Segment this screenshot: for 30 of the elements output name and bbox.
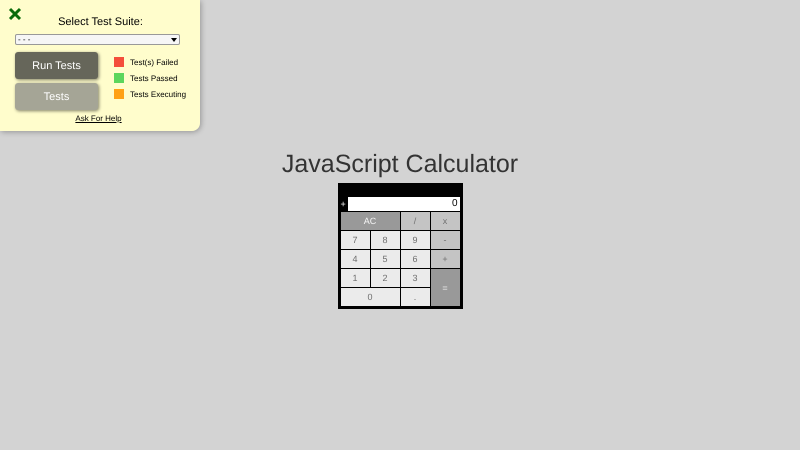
calculator-key[interactable]: + [430,250,460,268]
calculator-key[interactable]: 5 [370,250,400,268]
close-icon[interactable] [8,7,22,21]
calculator-key[interactable]: / [400,212,430,230]
legend-label: Tests Passed [130,74,178,82]
calculator-key[interactable]: = [430,269,460,306]
tests-button[interactable]: Tests [15,83,98,110]
calculator-key[interactable]: 0 [340,288,400,306]
calculator-key[interactable]: 2 [370,269,400,287]
help-link[interactable]: Ask For Help [75,114,122,123]
panel-title: Select Test Suite: [57,16,144,28]
calculator-key[interactable]: x [430,212,460,230]
calculator-key[interactable]: - [430,231,460,249]
calculator-key[interactable]: 7 [340,231,370,249]
calculator-key[interactable]: 4 [340,250,370,268]
legend-label: Tests Executing [130,90,186,98]
calculator-key[interactable]: 9 [400,231,430,249]
calculator-key[interactable]: . [400,288,430,306]
calculator-key[interactable]: 8 [370,231,400,249]
calculator-key[interactable]: 3 [400,269,430,287]
calculator-display: 0 [348,196,460,210]
calculator-key[interactable]: 6 [400,250,430,268]
legend-label: Test(s) Failed [130,58,178,66]
calculator-key[interactable]: AC [340,212,400,230]
caret-icon [171,38,177,42]
page-heading: JavaScript Calculator [282,150,518,179]
sign-indicator: + [340,198,347,208]
calculator-key[interactable]: 1 [340,269,370,287]
suite-select[interactable]: - - - [15,34,180,45]
run-tests-button[interactable]: Run Tests [15,52,98,79]
